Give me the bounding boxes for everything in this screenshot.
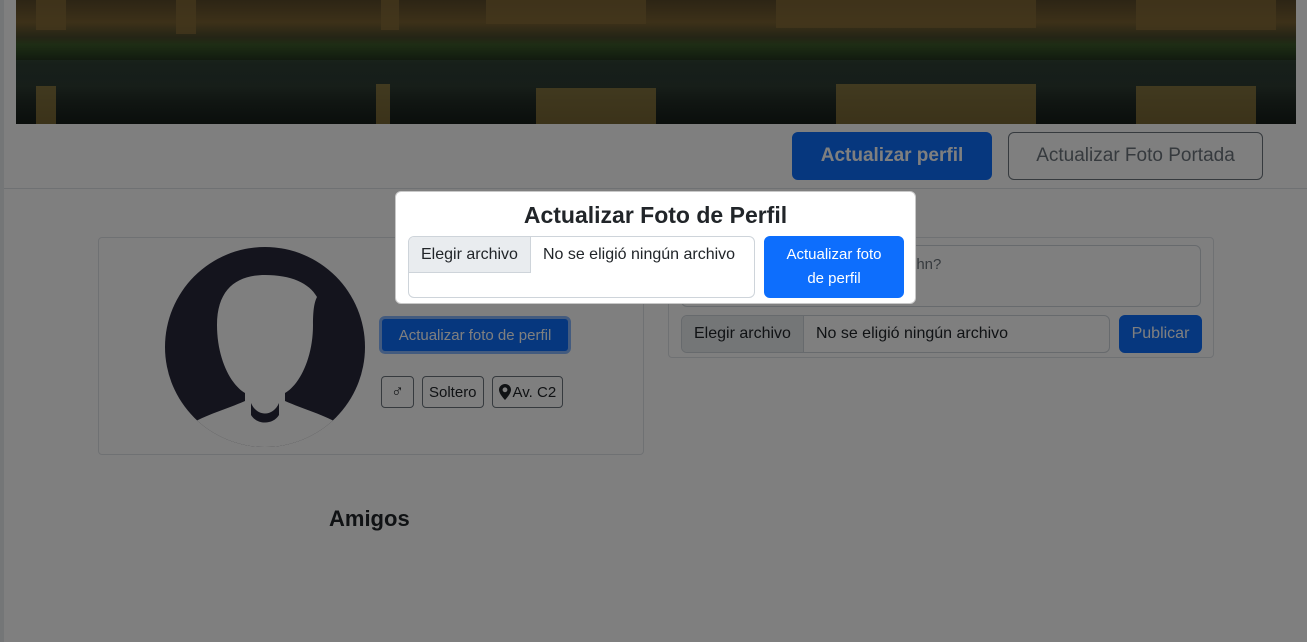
modal-file-status: No se eligió ningún archivo — [542, 246, 736, 263]
modal-title: Actualizar Foto de Perfil — [523, 202, 788, 228]
update-profile-photo-modal: Actualizar Foto de Perfil Elegir archivo… — [395, 191, 916, 304]
modal-submit-button[interactable]: Actualizar foto de perfil — [764, 236, 904, 298]
modal-choose-file-button[interactable]: Elegir archivo — [409, 237, 531, 273]
modal-file-input[interactable]: Elegir archivo No se eligió ningún archi… — [408, 236, 755, 298]
modal-backdrop[interactable] — [0, 0, 1307, 642]
